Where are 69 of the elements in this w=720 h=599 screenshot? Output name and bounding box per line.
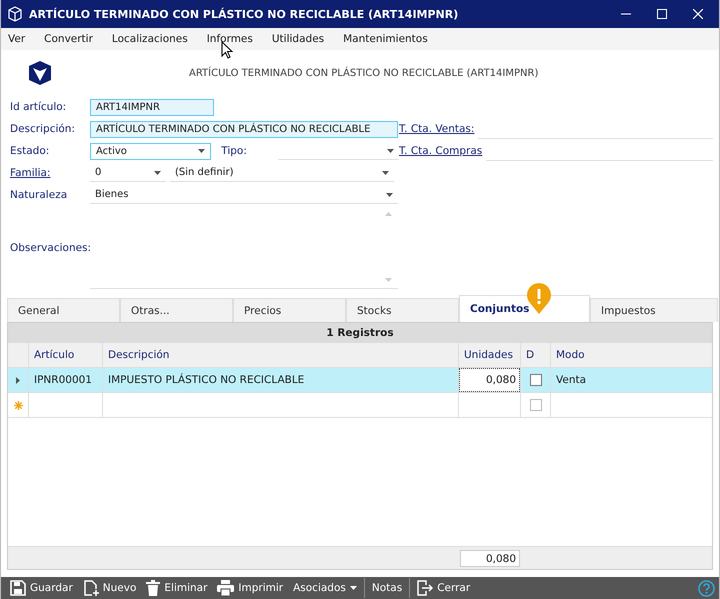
- tab[interactable]: General: [7, 298, 120, 322]
- caret-icon: [382, 170, 389, 174]
- field-label: Id artículo:: [10, 101, 68, 113]
- printer-icon: [217, 580, 234, 596]
- total-field: 0,080: [460, 550, 520, 566]
- menu-item[interactable]: Informes: [206, 33, 253, 45]
- menu-item[interactable]: Localizaciones: [112, 33, 188, 45]
- scroll-up-icon[interactable]: [385, 212, 392, 216]
- field-label: Estado:: [10, 145, 50, 157]
- tab[interactable]: Stocks: [346, 298, 459, 322]
- new-document-icon: [82, 580, 99, 596]
- close-icon[interactable]: [693, 9, 703, 19]
- dropdown-button[interactable]: Asociados: [288, 577, 362, 599]
- tab[interactable]: Impuestos: [590, 298, 718, 322]
- description-field[interactable]: ARTÍCULO TERMINADO CON PLÁSTICO NO RECICLABLE: [90, 120, 398, 138]
- new-row-icon: [14, 400, 22, 410]
- tab[interactable]: Precios: [233, 298, 346, 322]
- column-header[interactable]: Artículo: [28, 343, 102, 367]
- maximize-icon[interactable]: [657, 9, 667, 19]
- id-field[interactable]: ART14IMPNR: [90, 98, 214, 116]
- caret-icon: [386, 192, 393, 196]
- tab[interactable]: Conjuntos: [459, 295, 590, 322]
- sales-account-link[interactable]: T. Cta. Ventas:: [399, 123, 478, 135]
- exit-icon: [417, 580, 434, 596]
- column-header[interactable]: Descripción: [102, 343, 458, 367]
- toolbar-button[interactable]: Guardar: [5, 577, 78, 599]
- menu-item[interactable]: Convertir: [44, 33, 93, 45]
- table-cell: IMPUESTO PLÁSTICO NO RECICLABLE: [102, 368, 458, 392]
- toolbar-button[interactable]: Nuevo: [78, 577, 142, 599]
- record-title: ARTÍCULO TERMINADO CON PLÁSTICO NO RECICLABLE (ART14IMPNR): [189, 68, 538, 78]
- family-link[interactable]: Familia:: [10, 167, 90, 179]
- caret-icon: [198, 149, 206, 153]
- checkbox[interactable]: [530, 374, 542, 386]
- save-icon: [10, 580, 26, 596]
- toolbar-button[interactable]: Eliminar: [141, 577, 212, 599]
- column-header[interactable]: Unidades: [458, 343, 520, 367]
- status-dropdown[interactable]: Activo: [90, 142, 212, 160]
- purchases-account-link[interactable]: T. Cta. Compras: [399, 145, 486, 157]
- caret-icon: [154, 170, 161, 174]
- family-dropdown[interactable]: (Sin definir): [170, 164, 394, 182]
- scroll-down-icon[interactable]: [385, 278, 392, 282]
- menu-item[interactable]: Utilidades: [272, 33, 324, 45]
- field-label: Descripción:: [10, 123, 76, 135]
- field-label: Naturaleza: [10, 189, 68, 201]
- caret-icon: [387, 148, 394, 152]
- caret-icon: [350, 586, 357, 590]
- window-title: ARTÍCULO TERMINADO CON PLÁSTICO NO RECICLABLE (ART14IMPNR): [29, 8, 458, 20]
- trash-icon: [146, 580, 160, 596]
- toolbar-button[interactable]: Imprimir: [212, 577, 288, 599]
- toolbar-button[interactable]: Cerrar: [412, 577, 476, 599]
- field-label: Observaciones:: [10, 242, 90, 254]
- nature-dropdown[interactable]: Bienes: [90, 186, 398, 204]
- cube-icon: [7, 6, 23, 22]
- checkbox[interactable]: [530, 399, 542, 411]
- tab[interactable]: Otras...: [120, 298, 233, 322]
- record-count: 1 Registros: [8, 323, 712, 343]
- family-code-dropdown[interactable]: 0: [90, 164, 166, 182]
- column-header[interactable]: D: [520, 343, 550, 367]
- toolbar-button[interactable]: Notas: [366, 577, 408, 599]
- menu-item[interactable]: Ver: [8, 33, 26, 45]
- field-label: Tipo:: [220, 145, 248, 157]
- box-logo-icon: [29, 61, 51, 85]
- help-icon[interactable]: [698, 580, 715, 596]
- menu-item[interactable]: Mantenimientos: [343, 33, 428, 45]
- table-cell: Venta: [550, 368, 712, 392]
- table-cell: IPNR00001: [28, 368, 102, 392]
- units-field[interactable]: 0,080: [459, 368, 520, 392]
- column-header[interactable]: Modo: [550, 343, 712, 367]
- current-row-icon: [16, 376, 20, 384]
